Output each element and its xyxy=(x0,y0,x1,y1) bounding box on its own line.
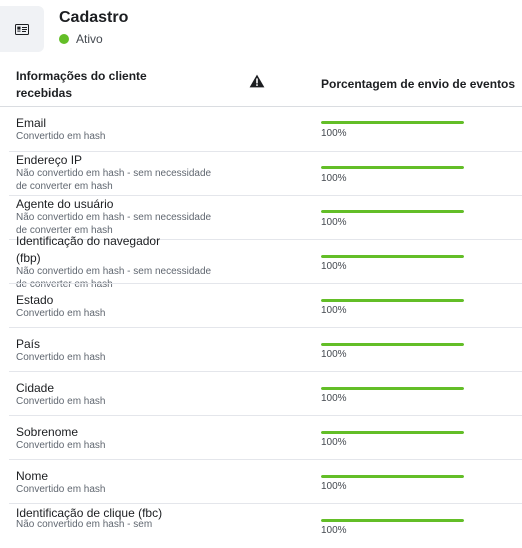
parameter-name: País xyxy=(16,337,41,351)
percentage-progress-bar xyxy=(321,519,464,522)
id-card-icon xyxy=(0,6,44,52)
parameter-name: Email xyxy=(16,116,47,130)
column-header-customer-info: Informações do cliente recebidas xyxy=(16,69,147,100)
table-row: Cidade Convertido em hash 100% xyxy=(9,371,522,416)
column-header-event-percentage: Porcentagem de envio de eventos xyxy=(321,77,516,91)
table-row: Estado Convertido em hash 100% xyxy=(9,283,522,328)
percentage-progress-fill xyxy=(321,475,464,478)
percentage-value: 100% xyxy=(321,437,347,448)
parameter-hash-status: Convertido em hash xyxy=(16,308,106,319)
percentage-value: 100% xyxy=(321,128,347,139)
percentage-value: 100% xyxy=(321,525,347,536)
table-row: Nome Convertido em hash 100% xyxy=(9,459,522,504)
page-header: Cadastro Ativo xyxy=(0,0,522,64)
percentage-progress-bar xyxy=(321,475,464,478)
percentage-progress-fill xyxy=(321,519,464,522)
warning-icon[interactable] xyxy=(249,74,265,88)
percentage-progress-fill xyxy=(321,255,464,258)
table-row: País Convertido em hash 100% xyxy=(9,327,522,372)
parameter-name: Sobrenome xyxy=(16,425,79,439)
percentage-progress-bar xyxy=(321,255,464,258)
parameter-hash-status: Convertido em hash xyxy=(16,484,106,495)
percentage-progress-fill xyxy=(321,387,464,390)
percentage-value: 100% xyxy=(321,349,347,360)
percentage-progress-fill xyxy=(321,210,464,213)
percentage-value: 100% xyxy=(321,481,347,492)
percentage-value: 100% xyxy=(321,393,347,404)
parameter-hash-status: Não convertido em hash - sem necessidade… xyxy=(16,168,212,192)
table-row: Sobrenome Convertido em hash 100% xyxy=(9,415,522,460)
percentage-progress-fill xyxy=(321,299,464,302)
percentage-value: 100% xyxy=(321,173,347,184)
percentage-value: 100% xyxy=(321,261,347,272)
parameter-hash-status: Convertido em hash xyxy=(16,131,106,142)
percentage-progress-bar xyxy=(321,431,464,434)
percentage-progress-bar xyxy=(321,121,464,124)
parameter-hash-status: Convertido em hash xyxy=(16,396,106,407)
table-row: Identificação do navegador (fbp) Não conv… xyxy=(9,234,522,290)
table-header: Informações do cliente recebidas Porcent… xyxy=(0,64,522,107)
table-row: Identificação de clique (fbc) Não convert… xyxy=(9,503,522,548)
percentage-progress-fill xyxy=(321,121,464,124)
parameter-name: Endereço IP xyxy=(16,153,83,167)
table-row: Endereço IP Não convertido em hash - sem … xyxy=(9,151,522,196)
parameter-name: Identificação do navegador (fbp) xyxy=(16,234,161,265)
percentage-value: 100% xyxy=(321,217,347,228)
percentage-progress-bar xyxy=(321,210,464,213)
parameter-hash-status: Não convertido em hash - sem xyxy=(16,519,153,530)
parameter-hash-status: Convertido em hash xyxy=(16,352,106,363)
percentage-progress-bar xyxy=(321,299,464,302)
percentage-progress-fill xyxy=(321,166,464,169)
parameter-name: Estado xyxy=(16,293,54,307)
percentage-progress-bar xyxy=(321,387,464,390)
status-label: Ativo xyxy=(76,32,103,46)
parameter-name: Agente do usuário xyxy=(16,197,114,211)
status-dot xyxy=(59,34,69,44)
percentage-progress-bar xyxy=(321,166,464,169)
page-title: Cadastro xyxy=(59,9,129,26)
parameter-name: Nome xyxy=(16,469,49,483)
status-badge: Ativo xyxy=(59,32,103,46)
percentage-value: 100% xyxy=(321,305,347,316)
percentage-progress-fill xyxy=(321,343,464,346)
percentage-progress-fill xyxy=(321,431,464,434)
percentage-progress-bar xyxy=(321,343,464,346)
table-row: Email Convertido em hash 100% xyxy=(9,107,522,151)
parameter-hash-status: Convertido em hash xyxy=(16,440,106,451)
parameter-name: Cidade xyxy=(16,381,55,395)
